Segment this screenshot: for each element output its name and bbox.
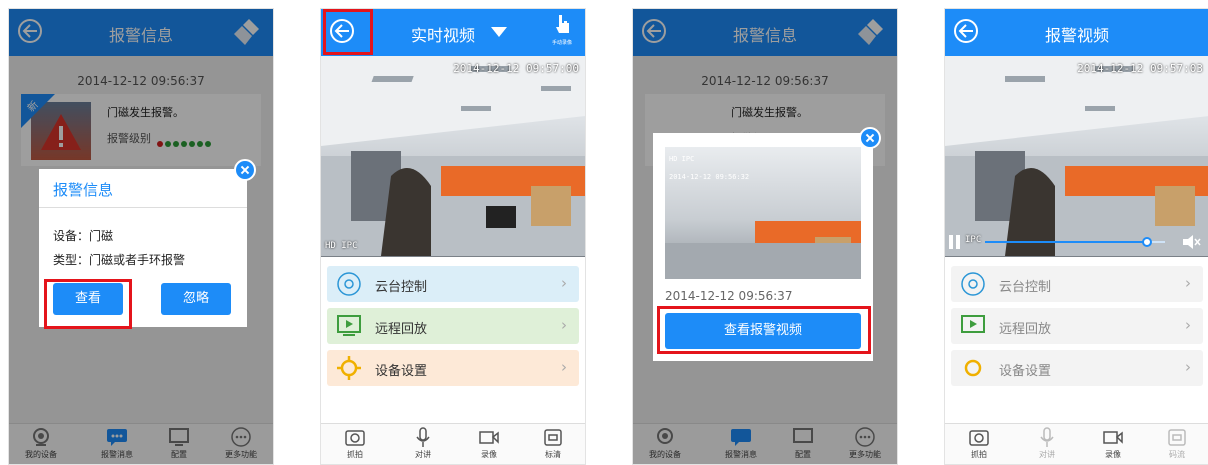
device-row: 设备：门磁	[53, 227, 113, 244]
tab-capture[interactable]: 抓拍	[335, 426, 375, 460]
office-scene-image	[665, 221, 861, 279]
tab-bitstream: 码流	[1157, 426, 1197, 460]
manual-record-button[interactable]: 手动录像	[547, 13, 577, 53]
quality-icon	[544, 429, 562, 446]
video-record-icon	[1103, 431, 1123, 444]
menu-label: 云台控制	[375, 280, 428, 295]
playback-icon	[337, 315, 361, 336]
snapshot-timestamp: 2014-12-12 09:56:37	[665, 289, 793, 303]
chevron-right-icon: ›	[561, 358, 567, 376]
office-scene-image	[321, 56, 585, 256]
chevron-right-icon: ›	[1185, 316, 1191, 334]
tab-record[interactable]: 录像	[469, 426, 509, 460]
menu-ptz[interactable]: 云台控制 ›	[327, 266, 579, 302]
manual-record-label: 手动录像	[551, 40, 572, 46]
header-title: 报警视频	[1044, 26, 1109, 45]
close-dialog-icon[interactable]	[234, 159, 256, 181]
live-video-view[interactable]: 2014-12-12 09:57:00 HD IPC	[321, 56, 585, 257]
tab-label: 抓拍	[347, 450, 363, 459]
ignore-button[interactable]: 忽略	[161, 283, 231, 315]
video-record-icon	[479, 431, 499, 444]
dialog-title: 报警信息	[53, 181, 114, 199]
dropdown-arrow-icon[interactable]	[491, 27, 507, 37]
office-scene-image	[945, 56, 1208, 256]
menu-ptz: 云台控制 ›	[951, 266, 1203, 302]
tab-talk[interactable]: 对讲	[403, 426, 443, 460]
highlight-box	[44, 279, 132, 329]
type-label: 类型：	[53, 253, 90, 267]
close-popup-icon[interactable]	[859, 127, 881, 149]
highlight-box	[657, 306, 871, 354]
type-value: 门磁或者手环报警	[89, 253, 186, 267]
tab-label: 标清	[545, 450, 561, 459]
video-timestamp: 2014-12-12 09:57:03	[1077, 62, 1203, 75]
header-bar: 报警视频	[945, 9, 1208, 56]
progress-fill	[985, 241, 1147, 243]
device-value: 门磁	[89, 229, 114, 243]
camera-icon	[969, 430, 989, 446]
ptz-icon	[961, 272, 985, 296]
tab-label: 录像	[1105, 450, 1121, 459]
alarm-video-player[interactable]: 2014-12-12 09:57:03 IPC	[945, 56, 1208, 257]
live-toolbar: 抓拍 对讲 录像 标清	[321, 423, 585, 464]
playback-controls	[945, 231, 1208, 253]
tab-label: 录像	[481, 450, 497, 459]
hand-pointer-icon	[556, 15, 569, 33]
video-toolbar: 抓拍 对讲 录像 码流	[945, 423, 1208, 464]
tab-quality[interactable]: 标清	[533, 426, 573, 460]
menu-playback[interactable]: 远程回放 ›	[327, 308, 579, 344]
video-timestamp: 2014-12-12 09:57:00	[453, 62, 579, 75]
microphone-icon	[1040, 427, 1054, 447]
gear-icon	[337, 356, 361, 380]
tab-label: 对讲	[1039, 450, 1055, 459]
chevron-right-icon: ›	[561, 274, 567, 292]
menu-playback: 远程回放 ›	[951, 308, 1203, 344]
phone-alarm-video: 报警视频 2014-12-12 09:57:03 IPC 云台控制 › 远程回放…	[944, 8, 1208, 465]
microphone-icon	[416, 427, 430, 447]
phone-alarm-info: 报警信息 2014-12-12 09:56:37 新 门磁发生报警。 报警级别 …	[8, 8, 274, 465]
menu-label: 设备设置	[375, 364, 428, 379]
menu-label: 设备设置	[999, 364, 1052, 379]
quality-icon	[1168, 429, 1186, 446]
mute-speaker-icon[interactable]	[1181, 233, 1201, 251]
tab-label: 码流	[1169, 450, 1185, 459]
device-label: 设备：	[53, 229, 90, 243]
tab-record[interactable]: 录像	[1093, 426, 1133, 460]
menu-label: 远程回放	[999, 322, 1052, 337]
gear-icon	[964, 359, 982, 377]
tab-talk: 对讲	[1027, 426, 1067, 460]
video-hd-label: HD IPC	[325, 241, 358, 251]
tab-label: 抓拍	[971, 450, 987, 459]
snapshot-hd-label: HD IPC	[669, 155, 695, 163]
menu-label: 远程回放	[375, 322, 428, 337]
type-row: 类型：门磁或者手环报警	[53, 251, 185, 268]
progress-track[interactable]	[985, 237, 1165, 247]
camera-icon	[345, 430, 365, 446]
pause-icon[interactable]	[949, 235, 961, 249]
menu-settings[interactable]: 设备设置 ›	[327, 350, 579, 386]
alarm-snapshot-image[interactable]: HD IPC 2014-12-12 09:56:32	[665, 147, 861, 279]
dialog-divider	[39, 207, 247, 208]
ptz-icon	[337, 272, 361, 296]
phone-live-video: 实时视频 手动录像 2014-12-12 09:57:00 HD IPC 云台控…	[320, 8, 586, 465]
highlight-box	[323, 9, 373, 55]
tab-capture[interactable]: 抓拍	[959, 426, 999, 460]
tab-label: 对讲	[415, 450, 431, 459]
snapshot-image-timestamp: 2014-12-12 09:56:32	[669, 173, 750, 181]
chevron-right-icon: ›	[1185, 274, 1191, 292]
phone-alarm-snapshot: 报警信息 2014-12-12 09:56:37 门磁发生报警。 报警级别 我的…	[632, 8, 898, 465]
menu-label: 云台控制	[999, 280, 1052, 295]
progress-knob[interactable]	[1142, 237, 1152, 247]
chevron-right-icon: ›	[561, 316, 567, 334]
chevron-right-icon: ›	[1185, 358, 1191, 376]
menu-settings: 设备设置 ›	[951, 350, 1203, 386]
playback-icon	[961, 315, 985, 333]
